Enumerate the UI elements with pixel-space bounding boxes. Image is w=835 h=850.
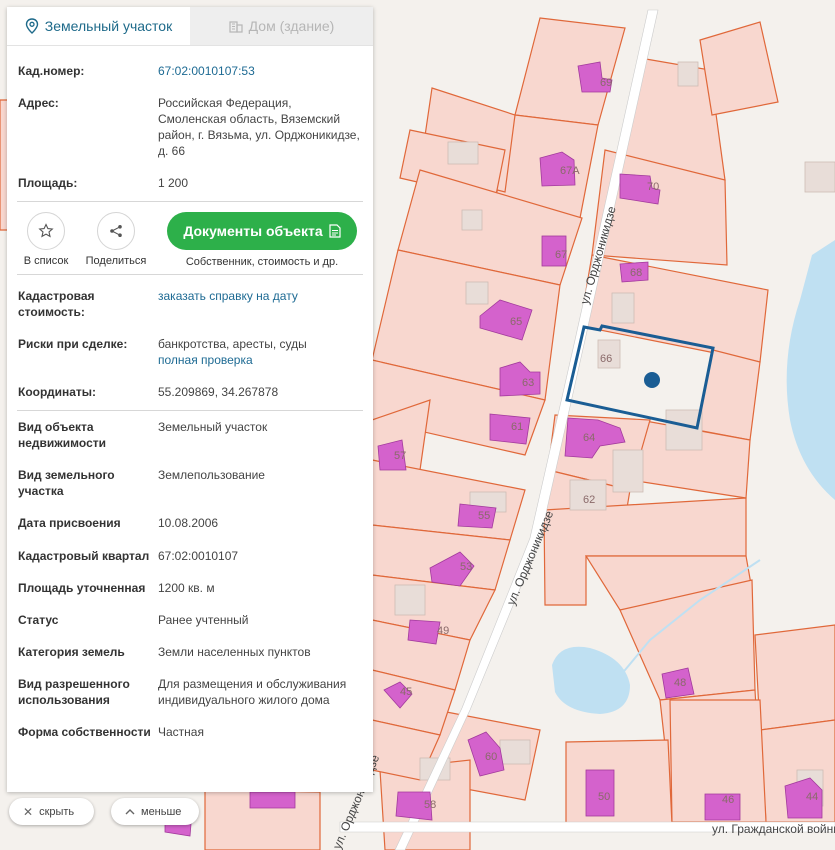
info-row-address: Адрес: Российская Федерация, Смоленская … xyxy=(7,95,373,159)
detail-value: 10.08.2006 xyxy=(158,516,219,530)
area-value: 1 200 xyxy=(158,176,189,190)
share-circle xyxy=(97,212,135,250)
hide-label: скрыть xyxy=(39,805,75,818)
info-label: Риски при сделке: xyxy=(18,337,128,351)
detail-label: Вид разрешенного использования xyxy=(18,677,130,707)
info-label: Адрес: xyxy=(18,96,59,110)
street-label: ул. Гражданской войны xyxy=(712,822,835,836)
detail-value: Земельный участок xyxy=(158,420,268,434)
action-bar: В список Поделиться Документы объекта Со… xyxy=(7,202,373,274)
lot-number: 70 xyxy=(647,181,659,193)
detail-label: Категория земель xyxy=(18,645,125,659)
info-row-area: Площадь: 1 200 xyxy=(7,175,373,191)
selected-point-marker xyxy=(644,372,660,388)
tab-label: Земельный участок xyxy=(44,18,173,34)
detail-row: Статус Ранее учтенный xyxy=(7,612,373,628)
collapse-button[interactable]: меньше xyxy=(111,798,199,825)
object-info-panel: Земельный участок Дом (здание) Кад.номер… xyxy=(7,7,373,792)
detail-row: Кадастровый квартал 67:02:0010107 xyxy=(7,548,373,564)
lot-number: 44 xyxy=(806,791,818,803)
share-label: Поделиться xyxy=(85,255,147,267)
lot-number: 69 xyxy=(600,77,612,89)
detail-row: Вид земельного участка Землепользование xyxy=(7,467,373,499)
lot-number: 60 xyxy=(485,751,497,763)
lot-number: 64 xyxy=(583,432,595,444)
share-button[interactable]: Поделиться xyxy=(81,212,151,267)
info-row-cadastral-number: Кад.номер: 67:02:0010107:53 xyxy=(7,63,373,79)
add-to-list-label: В список xyxy=(23,255,69,267)
tab-label: Дом (здание) xyxy=(248,18,335,34)
info-row-coordinates: Координаты: 55.209869, 34.267878 xyxy=(7,384,373,400)
detail-label: Статус xyxy=(18,613,59,627)
info-row-cadastral-cost: Кадастровая стоимость: заказать справку … xyxy=(7,288,373,320)
lot-number: 57 xyxy=(394,450,406,462)
tab-house[interactable]: Дом (здание) xyxy=(190,7,373,45)
info-row-risks: Риски при сделке: банкротства, аресты, с… xyxy=(7,336,373,368)
lot-number: 58 xyxy=(424,799,436,811)
lot-number: 68 xyxy=(630,267,642,279)
coordinates-value: 55.209869, 34.267878 xyxy=(158,385,279,399)
detail-value: Для размещения и обслуживания индивидуал… xyxy=(158,677,347,707)
order-certificate-link[interactable]: заказать справку на дату xyxy=(158,288,362,320)
map-pin-icon xyxy=(25,18,38,34)
lot-number: 48 xyxy=(674,677,686,689)
detail-label: Вид земельного участка xyxy=(18,468,115,498)
cadastral-number-link[interactable]: 67:02:0010107:53 xyxy=(158,63,362,79)
detail-label: Площадь уточненная xyxy=(18,581,146,595)
chevron-up-icon xyxy=(125,808,135,814)
add-to-list-button[interactable]: В список xyxy=(15,212,77,267)
info-label: Кадастровая стоимость: xyxy=(18,289,95,319)
address-value: Российская Федерация, Смоленская область… xyxy=(158,96,360,158)
lot-number: 67А xyxy=(560,165,580,177)
favorite-circle xyxy=(27,212,65,250)
detail-value: Ранее учтенный xyxy=(158,613,249,627)
risks-value: банкротства, аресты, суды xyxy=(158,337,307,351)
lot-number: 55 xyxy=(478,510,490,522)
hide-panel-button[interactable]: ✕ скрыть xyxy=(9,798,94,825)
lot-number: 49 xyxy=(437,625,449,637)
lot-number: 61 xyxy=(511,421,523,433)
lot-number: 46 xyxy=(722,794,734,806)
info-label: Кад.номер: xyxy=(18,64,85,78)
documents-button-label: Документы объекта xyxy=(183,223,323,239)
lot-number: 66 xyxy=(600,353,612,365)
building-icon xyxy=(229,21,243,33)
detail-label: Вид объекта недвижимости xyxy=(18,420,106,450)
documents-button[interactable]: Документы объекта xyxy=(167,212,357,250)
lot-number: 53 xyxy=(460,561,472,573)
close-icon: ✕ xyxy=(23,804,34,819)
lot-number: 50 xyxy=(598,791,610,803)
detail-row: Категория земель Земли населенных пункто… xyxy=(7,644,373,660)
less-label: меньше xyxy=(141,805,182,818)
detail-label: Форма собственности xyxy=(18,725,151,739)
detail-label: Дата присвоения xyxy=(18,516,121,530)
document-icon xyxy=(329,224,341,238)
tab-bar: Земельный участок Дом (здание) xyxy=(7,7,373,46)
lot-number: 67 xyxy=(555,249,567,261)
full-check-link[interactable]: полная проверка xyxy=(158,352,362,368)
detail-value: 1200 кв. м xyxy=(158,581,215,595)
detail-value: Землепользование xyxy=(158,468,265,482)
detail-row: Вид объекта недвижимости Земельный участ… xyxy=(7,419,373,451)
tab-land-plot[interactable]: Земельный участок xyxy=(7,7,190,45)
share-icon xyxy=(110,225,122,237)
detail-value: Земли населенных пунктов xyxy=(158,645,311,659)
detail-row: Форма собственности Частная xyxy=(7,724,373,740)
lot-number: 65 xyxy=(510,316,522,328)
documents-block: Документы объекта Собственник, стоимость… xyxy=(167,212,357,268)
detail-value: 67:02:0010107 xyxy=(158,549,239,563)
detail-row: Вид разрешенного использования Для разме… xyxy=(7,676,373,708)
detail-label: Кадастровый квартал xyxy=(18,549,150,563)
info-label: Координаты: xyxy=(18,385,97,399)
detail-row: Дата присвоения 10.08.2006 xyxy=(7,515,373,531)
lot-number: 63 xyxy=(522,377,534,389)
info-label: Площадь: xyxy=(18,176,78,190)
detail-row: Площадь уточненная 1200 кв. м xyxy=(7,580,373,596)
lot-number: 45 xyxy=(400,686,412,698)
star-icon xyxy=(38,223,54,238)
documents-subtitle: Собственник, стоимость и др. xyxy=(185,256,339,268)
lot-number: 62 xyxy=(583,494,595,506)
detail-value: Частная xyxy=(158,725,204,739)
